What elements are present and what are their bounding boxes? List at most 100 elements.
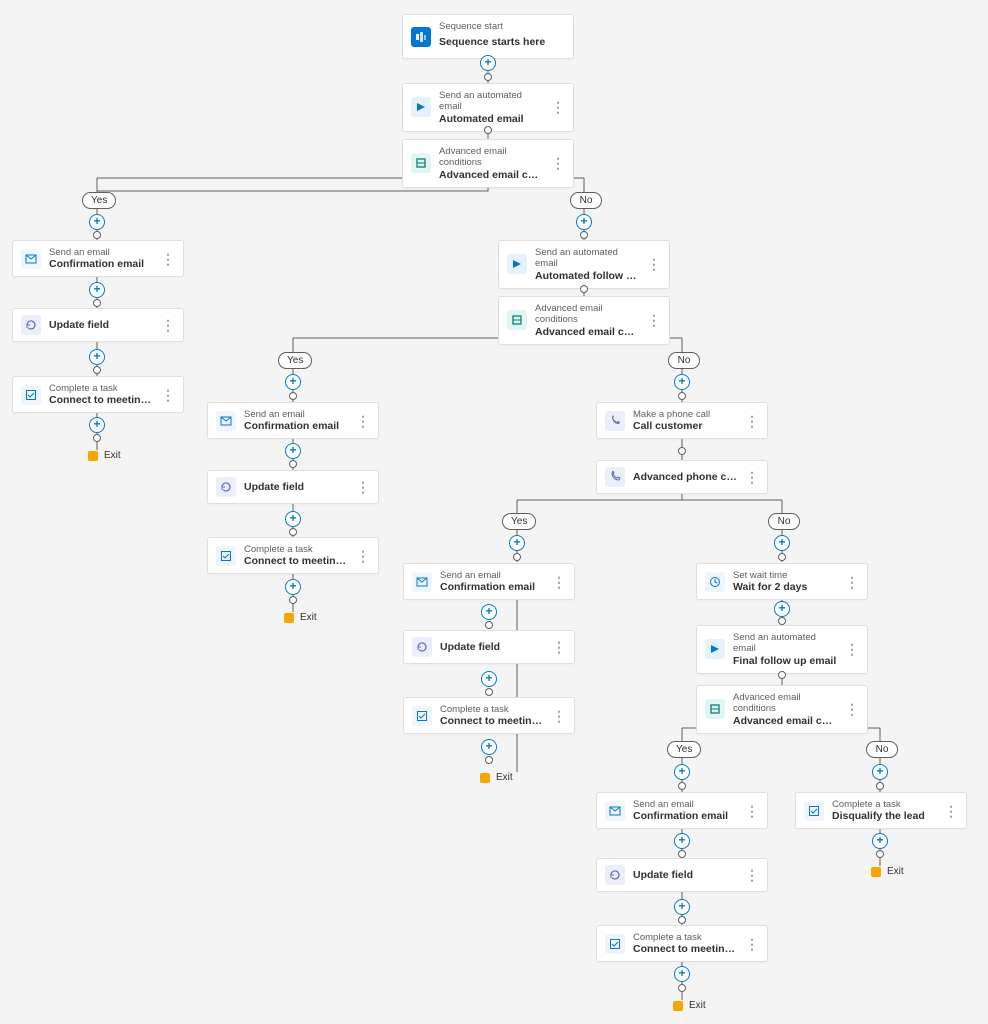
update-icon	[21, 315, 41, 335]
more-icon[interactable]: ⋮	[161, 255, 175, 263]
automated-email-icon	[705, 639, 725, 659]
more-icon[interactable]: ⋮	[551, 159, 565, 167]
condition-node[interactable]: Advanced email conditionsAdvanced email …	[402, 139, 574, 188]
node-title: Wait for 2 days	[733, 581, 837, 593]
phone-condition-node[interactable]: Advanced phone condition ⋮	[596, 460, 768, 494]
more-icon[interactable]: ⋮	[647, 316, 661, 324]
task-node[interactable]: Complete a taskDisqualify the lead ⋮	[795, 792, 967, 829]
email-node[interactable]: Send an emailConfirmation email ⋮	[596, 792, 768, 829]
connector-node	[485, 621, 493, 629]
automated-email-node[interactable]: Send an automated emailAutomated follow …	[498, 240, 670, 289]
condition-icon	[507, 310, 527, 330]
connector-node	[93, 366, 101, 374]
connector-node	[289, 596, 297, 604]
more-icon[interactable]: ⋮	[356, 417, 370, 425]
add-button[interactable]: +	[89, 417, 105, 433]
automated-email-node[interactable]: Send an automated emailFinal follow up e…	[696, 625, 868, 674]
node-kind: Advanced email conditions	[535, 303, 639, 326]
more-icon[interactable]: ⋮	[552, 712, 566, 720]
start-kind: Sequence start	[439, 21, 565, 32]
task-node[interactable]: Complete a taskConnect to meeting for pr…	[596, 925, 768, 962]
add-button[interactable]: +	[89, 282, 105, 298]
add-button[interactable]: +	[774, 535, 790, 551]
add-button[interactable]: +	[285, 443, 301, 459]
add-button[interactable]: +	[285, 511, 301, 527]
start-node[interactable]: Sequence startSequence starts here	[402, 14, 574, 59]
connector-node	[580, 231, 588, 239]
add-button[interactable]: +	[481, 739, 497, 755]
more-icon[interactable]: ⋮	[745, 940, 759, 948]
more-icon[interactable]: ⋮	[745, 473, 759, 481]
add-button[interactable]: +	[774, 601, 790, 617]
connector-node	[876, 850, 884, 858]
add-button[interactable]: +	[674, 833, 690, 849]
automated-email-node[interactable]: Send an automated emailAutomated email ⋮	[402, 83, 574, 132]
more-icon[interactable]: ⋮	[552, 643, 566, 651]
more-icon[interactable]: ⋮	[845, 645, 859, 653]
task-node[interactable]: Complete a taskConnect to meeting for pr…	[207, 537, 379, 574]
exit-label: Exit	[689, 1000, 706, 1011]
exit-icon	[284, 613, 294, 623]
add-button[interactable]: +	[872, 833, 888, 849]
add-button[interactable]: +	[674, 374, 690, 390]
more-icon[interactable]: ⋮	[745, 871, 759, 879]
condition-node[interactable]: Advanced email conditionsAdvanced email …	[696, 685, 868, 734]
no-pill: No	[668, 352, 700, 369]
node-kind: Complete a task	[244, 544, 348, 555]
update-field-node[interactable]: Update field ⋮	[596, 858, 768, 892]
add-button[interactable]: +	[674, 764, 690, 780]
more-icon[interactable]: ⋮	[745, 807, 759, 815]
add-button[interactable]: +	[285, 579, 301, 595]
more-icon[interactable]: ⋮	[356, 552, 370, 560]
update-icon	[605, 865, 625, 885]
update-field-node[interactable]: Update field ⋮	[12, 308, 184, 342]
more-icon[interactable]: ⋮	[845, 578, 859, 586]
add-button[interactable]: +	[481, 604, 497, 620]
add-button[interactable]: +	[89, 214, 105, 230]
exit-marker: Exit	[673, 1000, 706, 1011]
add-button[interactable]: +	[481, 671, 497, 687]
email-node[interactable]: Send an emailConfirmation email ⋮	[403, 563, 575, 600]
connector-node	[580, 285, 588, 293]
node-kind: Send an automated email	[535, 247, 639, 270]
more-icon[interactable]: ⋮	[944, 807, 958, 815]
connector-node	[484, 126, 492, 134]
task-node[interactable]: Complete a taskConnect to meeting for pr…	[403, 697, 575, 734]
more-icon[interactable]: ⋮	[161, 321, 175, 329]
add-button[interactable]: +	[674, 966, 690, 982]
connector-node	[289, 460, 297, 468]
more-icon[interactable]: ⋮	[745, 417, 759, 425]
add-button[interactable]: +	[509, 535, 525, 551]
add-button[interactable]: +	[285, 374, 301, 390]
connector-node	[93, 231, 101, 239]
connector-node	[485, 688, 493, 696]
email-node[interactable]: Send an emailConfirmation email ⋮	[12, 240, 184, 277]
task-node[interactable]: Complete a taskConnect to meeting for pr…	[12, 376, 184, 413]
connector-node	[778, 617, 786, 625]
update-field-node[interactable]: Update field ⋮	[403, 630, 575, 664]
exit-icon	[480, 773, 490, 783]
call-node[interactable]: Make a phone callCall customer ⋮	[596, 402, 768, 439]
add-button[interactable]: +	[89, 349, 105, 365]
more-icon[interactable]: ⋮	[552, 578, 566, 586]
add-button[interactable]: +	[576, 214, 592, 230]
more-icon[interactable]: ⋮	[356, 483, 370, 491]
more-icon[interactable]: ⋮	[551, 103, 565, 111]
add-button[interactable]: +	[674, 899, 690, 915]
more-icon[interactable]: ⋮	[647, 260, 661, 268]
update-field-node[interactable]: Update field ⋮	[207, 470, 379, 504]
node-title: Confirmation email	[49, 258, 153, 270]
add-button[interactable]: +	[480, 55, 496, 71]
email-node[interactable]: Send an emailConfirmation email ⋮	[207, 402, 379, 439]
add-button[interactable]: +	[872, 764, 888, 780]
yes-pill: Yes	[502, 513, 536, 530]
condition-node[interactable]: Advanced email conditionsAdvanced email …	[498, 296, 670, 345]
node-kind: Complete a task	[633, 932, 737, 943]
wait-node[interactable]: Set wait timeWait for 2 days ⋮	[696, 563, 868, 600]
yes-pill: Yes	[82, 192, 116, 209]
node-kind: Advanced email conditions	[733, 692, 837, 715]
node-title: Connect to meeting for product demo r...	[440, 715, 544, 727]
more-icon[interactable]: ⋮	[845, 705, 859, 713]
more-icon[interactable]: ⋮	[161, 391, 175, 399]
node-title: Confirmation email	[633, 810, 737, 822]
